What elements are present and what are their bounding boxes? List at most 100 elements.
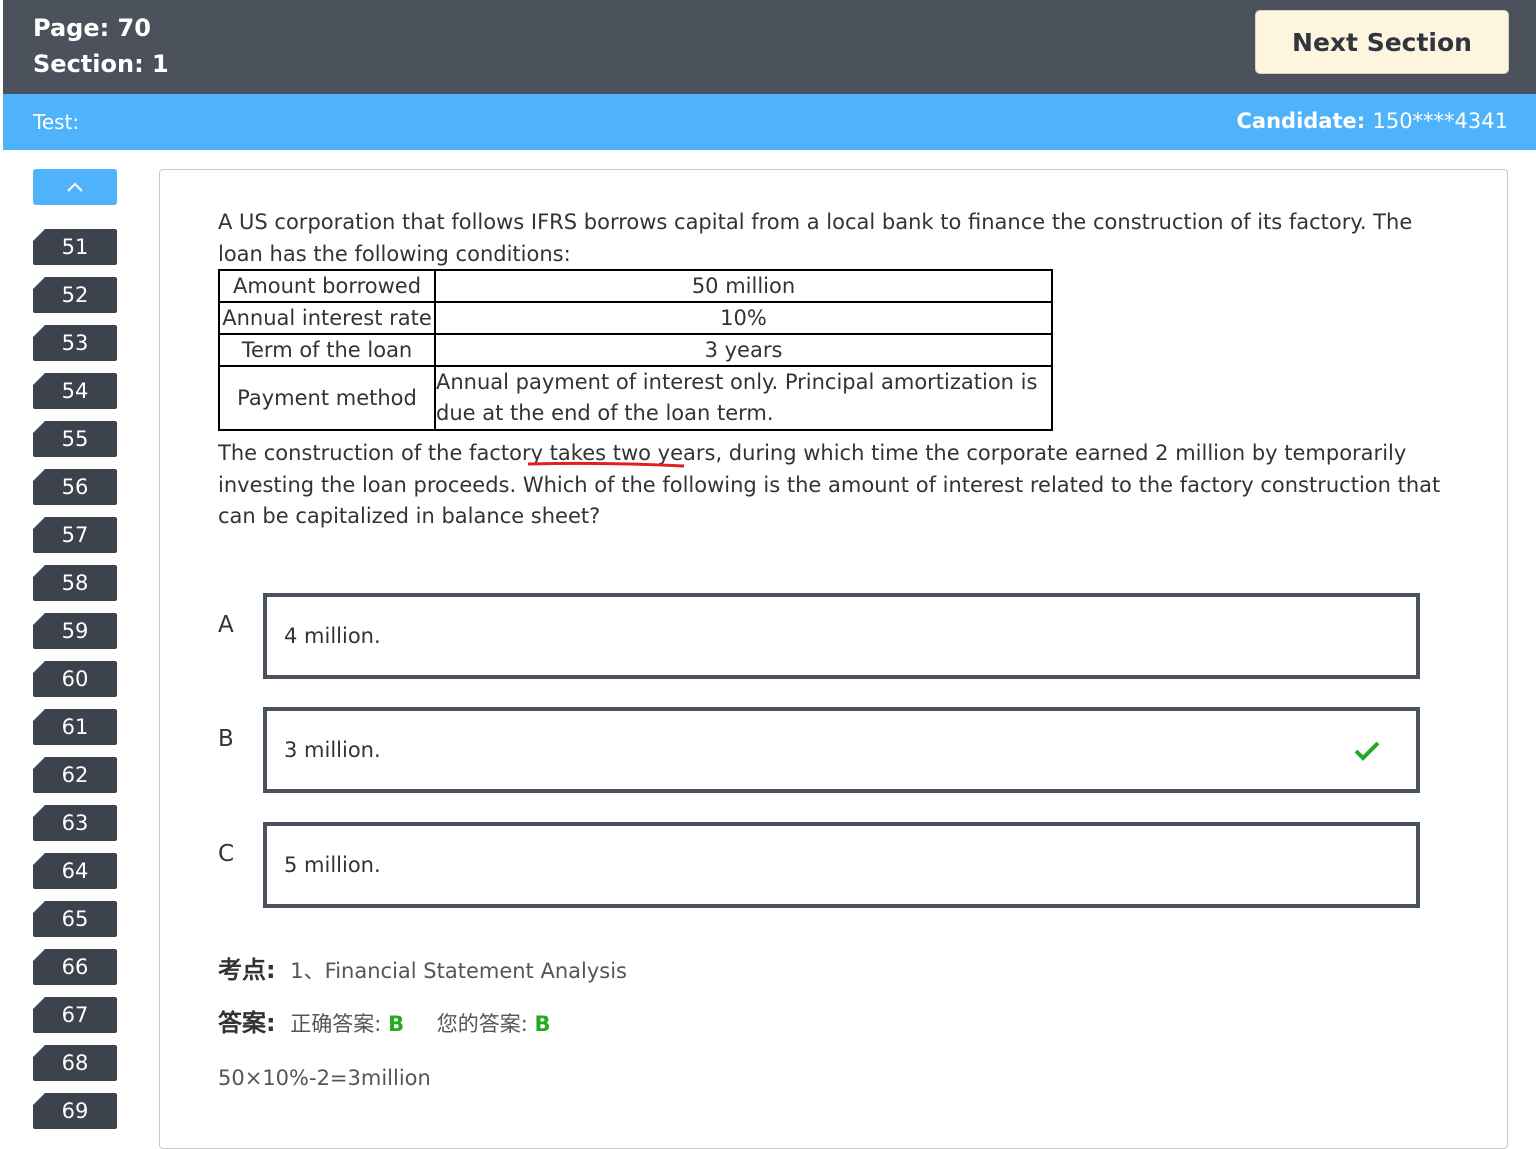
table-cell-value: Annual payment of interest only. Princip… xyxy=(434,365,1053,431)
table-cell-value: 50 million xyxy=(434,269,1053,303)
next-section-button[interactable]: Next Section xyxy=(1255,10,1509,74)
top-bar: Page: 70 Section: 1 Next Section xyxy=(3,0,1536,94)
table-row: Term of the loan 3 years xyxy=(218,333,1053,367)
question-nav-number: 67 xyxy=(61,1003,89,1027)
page-fold-icon xyxy=(33,325,45,337)
page-number: Page: 70 xyxy=(33,14,151,42)
your-answer-label: 您的答案: xyxy=(436,1012,528,1036)
answer-label: 答案: xyxy=(218,1009,276,1037)
question-body: The construction of the factory takes tw… xyxy=(218,441,1441,528)
table-row: Amount borrowed 50 million xyxy=(218,269,1053,303)
question-nav-item[interactable]: 66 xyxy=(33,949,117,985)
question-nav-number: 51 xyxy=(61,235,89,259)
question-nav-number: 58 xyxy=(61,571,89,595)
question-nav-number: 66 xyxy=(61,955,89,979)
page-fold-icon xyxy=(33,1093,45,1105)
question-nav-number: 63 xyxy=(61,811,89,835)
question-nav-item[interactable]: 63 xyxy=(33,805,117,841)
question-nav-item[interactable]: 53 xyxy=(33,325,117,361)
candidate-info: Candidate: 150****4341 xyxy=(1237,109,1509,133)
option-letter: C xyxy=(218,841,235,867)
page-fold-icon xyxy=(33,469,45,481)
question-nav-item[interactable]: 59 xyxy=(33,613,117,649)
question-nav-number: 60 xyxy=(61,667,89,691)
question-nav-item[interactable]: 54 xyxy=(33,373,117,409)
question-nav-item[interactable]: 62 xyxy=(33,757,117,793)
red-underline-annotation xyxy=(527,461,685,468)
option-letter: B xyxy=(218,726,234,752)
question-nav-item[interactable]: 55 xyxy=(33,421,117,457)
question-nav-item[interactable]: 61 xyxy=(33,709,117,745)
option-b[interactable]: 3 million. xyxy=(263,707,1420,793)
page-fold-icon xyxy=(33,901,45,913)
page-fold-icon xyxy=(33,1045,45,1057)
table-row: Payment method Annual payment of interes… xyxy=(218,365,1053,431)
page-fold-icon xyxy=(33,949,45,961)
question-nav-number: 54 xyxy=(61,379,89,403)
question-nav-item[interactable]: 58 xyxy=(33,565,117,601)
candidate-label: Candidate xyxy=(1236,109,1357,133)
table-cell-label: Amount borrowed xyxy=(218,269,436,303)
question-nav-item[interactable]: 57 xyxy=(33,517,117,553)
question-nav-number: 61 xyxy=(61,715,89,739)
page-fold-icon xyxy=(33,277,45,289)
question-nav-item[interactable]: 56 xyxy=(33,469,117,505)
page-fold-icon xyxy=(33,421,45,433)
option-c[interactable]: 5 million. xyxy=(263,822,1420,908)
page-fold-icon xyxy=(33,661,45,673)
table-cell-label: Term of the loan xyxy=(218,333,436,367)
topic-line: 考点: 1、Financial Statement Analysis xyxy=(218,950,627,985)
candidate-id: 150****4341 xyxy=(1372,109,1508,133)
question-navigator: 51 52 53 54 55 56 57 58 59 60 61 62 63 64 65 66 67 68 69 xyxy=(33,169,117,1129)
question-intro: A US corporation that follows IFRS borro… xyxy=(218,210,1413,266)
option-text: 4 million. xyxy=(284,624,381,648)
section-number: Section: 1 xyxy=(33,50,169,78)
your-answer-value: B xyxy=(534,1012,551,1036)
table-cell-label: Annual interest rate xyxy=(218,301,436,335)
option-text: 5 million. xyxy=(284,853,381,877)
question-nav-item[interactable]: 69 xyxy=(33,1093,117,1129)
question-nav-number: 57 xyxy=(61,523,89,547)
question-nav-item[interactable]: 68 xyxy=(33,1045,117,1081)
question-nav-number: 65 xyxy=(61,907,89,931)
page-fold-icon xyxy=(33,373,45,385)
topic-label: 考点: xyxy=(218,956,276,984)
scroll-up-button[interactable] xyxy=(33,169,117,205)
question-nav-item[interactable]: 52 xyxy=(33,277,117,313)
info-bar: Test: Candidate: 150****4341 xyxy=(3,94,1536,150)
page-fold-icon xyxy=(33,805,45,817)
table-row: Annual interest rate 10% xyxy=(218,301,1053,335)
question-nav-number: 62 xyxy=(61,763,89,787)
question-nav-number: 52 xyxy=(61,283,89,307)
question-nav-number: 64 xyxy=(61,859,89,883)
page-fold-icon xyxy=(33,757,45,769)
question-nav-number: 59 xyxy=(61,619,89,643)
page-fold-icon xyxy=(33,565,45,577)
option-letter: A xyxy=(218,612,234,638)
answer-line: 答案: 正确答案: B 您的答案: B xyxy=(218,1003,551,1038)
loan-conditions-table: Amount borrowed 50 million Annual intere… xyxy=(218,269,1053,431)
question-nav-item[interactable]: 51 xyxy=(33,229,117,265)
page-fold-icon xyxy=(33,229,45,241)
question-nav-number: 53 xyxy=(61,331,89,355)
table-cell-value: 3 years xyxy=(434,333,1053,367)
correct-answer-label: 正确答案: xyxy=(290,1012,382,1036)
check-icon xyxy=(1354,741,1380,761)
option-text: 3 million. xyxy=(284,738,381,762)
candidate-separator: : xyxy=(1356,109,1373,133)
question-nav-item[interactable]: 60 xyxy=(33,661,117,697)
chevron-up-icon xyxy=(67,182,83,192)
question-nav-number: 55 xyxy=(61,427,89,451)
question-nav-number: 68 xyxy=(61,1051,89,1075)
option-a[interactable]: 4 million. xyxy=(263,593,1420,679)
page-fold-icon xyxy=(33,997,45,1009)
question-nav-number: 69 xyxy=(61,1099,89,1123)
correct-answer-value: B xyxy=(388,1012,405,1036)
explanation: 50×10%-2=3million xyxy=(218,1066,431,1090)
question-nav-number: 56 xyxy=(61,475,89,499)
question-nav-item[interactable]: 64 xyxy=(33,853,117,889)
question-nav-item[interactable]: 67 xyxy=(33,997,117,1033)
question-nav-item[interactable]: 65 xyxy=(33,901,117,937)
page-fold-icon xyxy=(33,613,45,625)
page-info: Page: 70 Section: 1 xyxy=(33,10,169,82)
